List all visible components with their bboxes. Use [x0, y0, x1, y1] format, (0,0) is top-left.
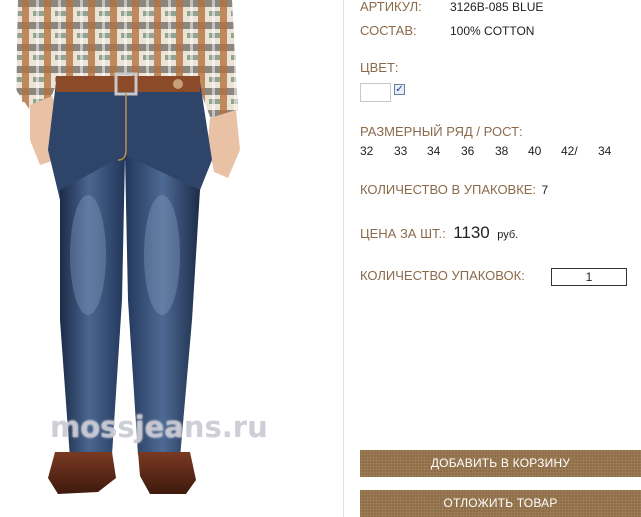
article-value: 3126B-085 BLUE [450, 0, 544, 14]
pack-quantity-label: КОЛИЧЕСТВО В УПАКОВКЕ: [360, 182, 537, 197]
sizes-label: РАЗМЕРНЫЙ РЯД / РОСТ: [360, 124, 523, 139]
size-item: 36 [461, 144, 475, 158]
vertical-divider [343, 0, 344, 517]
price-value: 1130 [453, 223, 490, 242]
size-item: 40 [528, 144, 542, 158]
size-item: 34 [598, 144, 612, 158]
pack-quantity-value: 7 [541, 183, 549, 197]
sizes-list: 32 33 34 36 38 40 42/ 34 [360, 144, 611, 158]
size-item: 34 [427, 144, 441, 158]
pack-quantity-row: КОЛИЧЕСТВО В УПАКОВКЕ: 7 [360, 181, 548, 199]
watermark-text: mossjeans.ru [50, 410, 268, 444]
price-label: ЦЕНА ЗА ШТ.: [360, 226, 446, 241]
composition-label: СОСТАВ: [360, 23, 417, 38]
price-currency: руб. [497, 229, 519, 241]
postpone-button[interactable]: ОТЛОЖИТЬ ТОВАР [360, 490, 641, 517]
price-row: ЦЕНА ЗА ШТ.: 1130 руб. [360, 223, 518, 243]
size-item: 33 [394, 144, 408, 158]
size-item: 32 [360, 144, 374, 158]
packs-label: КОЛИЧЕСТВО УПАКОВОК: [360, 268, 525, 283]
add-to-cart-button[interactable]: ДОБАВИТЬ В КОРЗИНУ [360, 450, 641, 477]
article-label: АРТИКУЛ: [360, 0, 422, 14]
color-label: ЦВЕТ: [360, 60, 399, 75]
color-swatch[interactable] [360, 83, 391, 102]
packs-quantity-input[interactable] [551, 268, 627, 286]
size-item: 38 [495, 144, 509, 158]
composition-value: 100% COTTON [450, 24, 535, 38]
size-item: 42/ [561, 144, 578, 158]
color-checkbox[interactable]: ✓ [394, 84, 405, 95]
product-photo: mossjeans.ru [0, 0, 343, 517]
product-info-panel: АРТИКУЛ: 3126B-085 BLUE СОСТАВ: 100% COT… [360, 0, 641, 517]
